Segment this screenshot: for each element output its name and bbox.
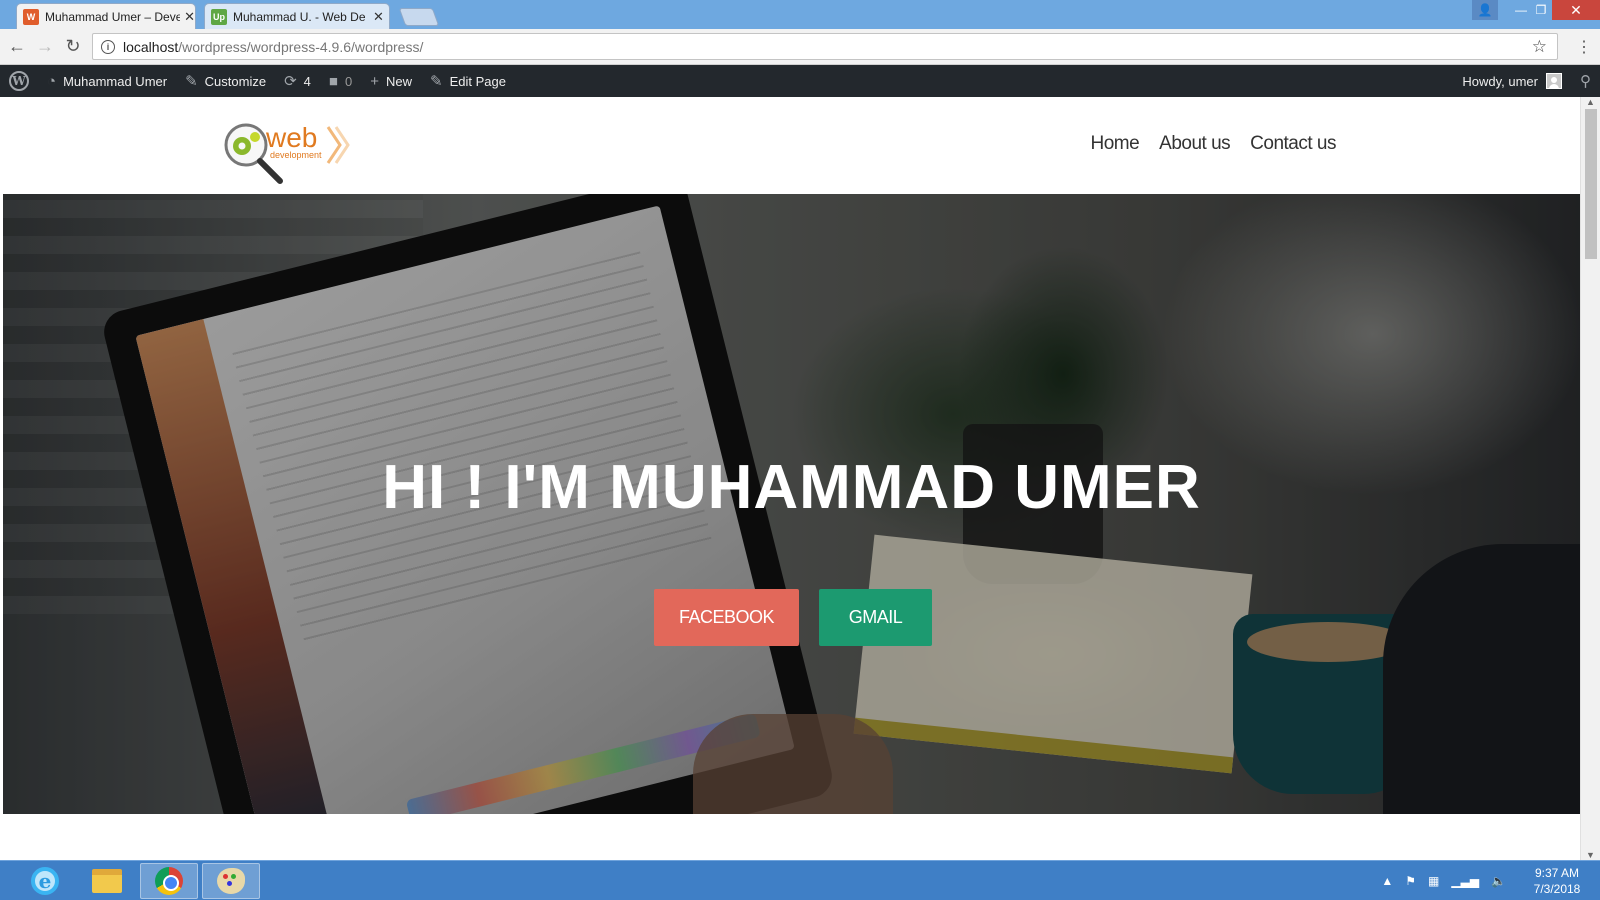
volume-icon[interactable]: 🔈 <box>1491 874 1506 888</box>
site-logo[interactable]: web development <box>224 115 364 185</box>
forward-arrow-icon[interactable]: → <box>34 37 56 55</box>
url-host: localhost <box>123 38 179 55</box>
admin-updates[interactable]: ⟳ 4 <box>275 65 320 97</box>
comment-bubble-icon: ■ <box>328 72 338 90</box>
magnifier-handle <box>257 158 283 184</box>
new-label: New <box>385 73 412 89</box>
system-tray: ▲ ⚑ ▦ ▁▃▅ 🔈 9:37 AM 7/3/2018 <box>1375 861 1592 900</box>
folder-icon <box>92 869 122 893</box>
gmail-button[interactable]: GMAIL <box>819 589 932 646</box>
paint-palette-icon <box>217 868 245 894</box>
clock-time: 9:37 AM <box>1534 866 1580 880</box>
site-name-label: Muhammad Umer <box>63 73 168 89</box>
close-tab-icon[interactable]: ✕ <box>184 9 195 25</box>
user-profile-icon[interactable]: 👤 <box>1472 0 1498 20</box>
admin-my-account[interactable]: Howdy, umer <box>1453 65 1571 97</box>
tab-title: Muhammad Umer – Deve <box>45 9 181 24</box>
chevron-right-icon <box>334 126 350 164</box>
hero-section: HI ! I'M MUHAMMAD UMER FACEBOOK GMAIL <box>3 194 1580 814</box>
bookmark-star-icon[interactable]: ☆ <box>1532 37 1547 57</box>
nav-about-us[interactable]: About us <box>1159 133 1231 155</box>
internet-explorer-icon: e <box>31 867 59 895</box>
admin-edit-page[interactable]: ✎ Edit Page <box>421 65 515 97</box>
brush-icon: ✎ <box>185 73 198 90</box>
signal-bars-icon[interactable]: ▁▃▅ <box>1451 874 1479 888</box>
search-icon: ⚲ <box>1580 73 1591 90</box>
nav-contact-us[interactable]: Contact us <box>1250 133 1336 155</box>
taskbar-chrome[interactable] <box>140 863 198 899</box>
small-gear-icon <box>250 132 260 142</box>
updates-icon: ⟳ <box>284 73 297 90</box>
howdy-label: Howdy, umer <box>1462 73 1538 89</box>
browser-titlebar: W Muhammad Umer – Deve ✕ Up Muhammad U. … <box>0 0 1600 29</box>
page-below-hero <box>0 814 1580 860</box>
plus-icon: + <box>370 72 379 90</box>
avatar <box>1546 73 1562 89</box>
nav-home[interactable]: Home <box>1090 133 1139 155</box>
network-warning-icon[interactable]: ▦ <box>1428 874 1439 888</box>
admin-new[interactable]: + New <box>361 65 421 97</box>
back-arrow-icon[interactable]: ← <box>6 37 28 55</box>
admin-customize[interactable]: ✎ Customize <box>176 65 275 97</box>
logo-text: web <box>265 122 317 153</box>
wp-admin-bar: W ◔ Muhammad Umer ✎ Customize ⟳ 4 ■ 0 + … <box>0 65 1600 97</box>
wordpress-favicon-icon: W <box>23 8 39 25</box>
pencil-icon: ✎ <box>429 73 443 90</box>
admin-site-name[interactable]: ◔ Muhammad Umer <box>38 65 176 97</box>
taskbar-internet-explorer[interactable]: e <box>16 863 74 899</box>
customize-label: Customize <box>204 73 267 89</box>
browser-toolbar: ← → ↻ i localhost/wordpress/wordpress-4.… <box>0 29 1600 65</box>
windows-taskbar: e ▲ ⚑ ▦ ▁▃▅ 🔈 9:37 AM 7/3/2018 <box>0 860 1600 900</box>
reload-icon[interactable]: ↻ <box>62 37 84 55</box>
site-header: web development Home About us Contact us <box>0 97 1580 194</box>
upwork-favicon-icon: Up <box>211 8 227 25</box>
edit-page-label: Edit Page <box>449 73 506 89</box>
scroll-up-icon[interactable]: ▲ <box>1586 97 1595 107</box>
logo-subtext: development <box>270 150 322 160</box>
browser-tab-active[interactable]: W Muhammad Umer – Deve ✕ <box>16 3 196 29</box>
dashboard-icon: ◔ <box>47 72 57 90</box>
browser-tab[interactable]: Up Muhammad U. - Web De ✕ <box>204 3 390 29</box>
new-tab-button[interactable] <box>398 8 440 26</box>
wp-logo-menu[interactable]: W <box>0 65 38 97</box>
scrollbar-thumb[interactable] <box>1585 109 1597 259</box>
close-window-icon[interactable]: ✕ <box>1552 0 1600 20</box>
taskbar-paint[interactable] <box>202 863 260 899</box>
main-nav: Home About us Contact us <box>1090 133 1336 155</box>
taskbar-file-explorer[interactable] <box>78 863 136 899</box>
admin-search[interactable]: ⚲ <box>1571 65 1600 97</box>
admin-comments[interactable]: ■ 0 <box>320 65 361 97</box>
menu-kebab-icon[interactable]: ⋮ <box>1576 37 1592 57</box>
chrome-icon <box>155 867 183 895</box>
tab-title: Muhammad U. - Web De <box>233 9 366 24</box>
action-center-flag-icon[interactable]: ⚑ <box>1405 874 1416 888</box>
show-hidden-icons-icon[interactable]: ▲ <box>1381 874 1393 888</box>
comments-count: 0 <box>344 73 353 89</box>
scroll-down-icon[interactable]: ▼ <box>1586 850 1595 860</box>
wordpress-logo-icon: W <box>9 71 29 91</box>
url-path: /wordpress/wordpress-4.9.6/wordpress/ <box>178 38 424 55</box>
address-bar[interactable]: i localhost/wordpress/wordpress-4.9.6/wo… <box>92 33 1558 60</box>
info-icon[interactable]: i <box>101 39 115 54</box>
restore-icon[interactable]: ❐ <box>1528 0 1554 20</box>
clock-date: 7/3/2018 <box>1533 882 1581 896</box>
taskbar-clock[interactable]: 9:37 AM 7/3/2018 <box>1522 865 1592 897</box>
page-scrollbar[interactable]: ▲ ▼ <box>1580 97 1600 860</box>
close-tab-icon[interactable]: ✕ <box>373 9 384 25</box>
hero-title: HI ! I'M MUHAMMAD UMER <box>382 453 1201 522</box>
facebook-button[interactable]: FACEBOOK <box>654 589 799 646</box>
updates-count: 4 <box>303 73 311 89</box>
